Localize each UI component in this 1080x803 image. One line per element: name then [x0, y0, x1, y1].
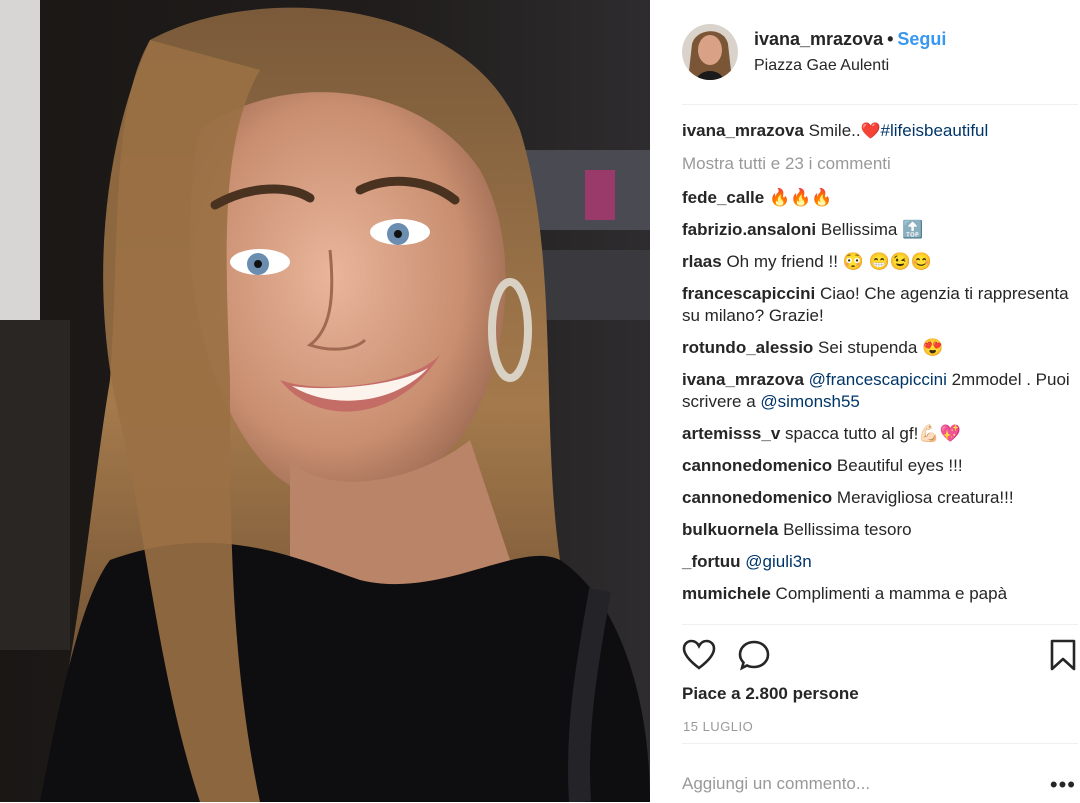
comment-text: Beautiful eyes !!! — [836, 456, 963, 475]
comment-text: Oh my friend !! 😳 😁😉😊 — [726, 252, 933, 271]
likes-count[interactable]: Piace a 2.800 persone — [682, 684, 859, 704]
comment: fede_calle 🔥🔥🔥 — [682, 187, 1076, 209]
comment-username[interactable]: francescapiccini — [682, 284, 815, 303]
comments-list: ivana_mrazova Smile..❤️#lifeisbeautiful … — [682, 120, 1076, 615]
comment-text: Bellissima 🔝 — [820, 220, 924, 239]
comment-username[interactable]: rotundo_alessio — [682, 338, 813, 357]
comment-username[interactable]: mumichele — [682, 584, 771, 603]
comment: rlaas Oh my friend !! 😳 😁😉😊 — [682, 251, 1076, 273]
comment-username[interactable]: _fortuu — [682, 552, 741, 571]
mention-link[interactable]: @simonsh55 — [760, 392, 859, 411]
post-header: ivana_mrazova • Segui Piazza Gae Aulenti — [682, 24, 1078, 105]
comment: artemisss_v spacca tutto al gf!💪🏻💖 — [682, 423, 1076, 445]
heart-icon[interactable] — [682, 639, 718, 671]
add-comment-bar: Aggiungi un commento... ••• — [682, 743, 1078, 803]
comment-username[interactable]: ivana_mrazova — [682, 370, 804, 389]
comment: ivana_mrazova @francescapiccini 2mmodel … — [682, 369, 1076, 413]
comment: _fortuu @giuli3n — [682, 551, 1076, 573]
author-username[interactable]: ivana_mrazova — [754, 29, 883, 49]
comment: mumichele Complimenti a mamma e papà — [682, 583, 1076, 605]
comment-text: Meravigliosa creatura!!! — [836, 488, 1014, 507]
comment-username[interactable]: cannonedomenico — [682, 488, 832, 507]
caption: ivana_mrazova Smile..❤️#lifeisbeautiful — [682, 120, 1076, 143]
comment-username[interactable]: fabrizio.ansaloni — [682, 220, 816, 239]
comment: cannonedomenico Beautiful eyes !!! — [682, 455, 1076, 477]
comment: bulkuornela Bellissima tesoro — [682, 519, 1076, 541]
hashtag-link[interactable]: #lifeisbeautiful — [881, 121, 989, 140]
caption-username[interactable]: ivana_mrazova — [682, 121, 804, 140]
comment: francescapiccini Ciao! Che agenzia ti ra… — [682, 283, 1076, 327]
heart-emoji: ❤️ — [860, 123, 881, 140]
comment-username[interactable]: bulkuornela — [682, 520, 778, 539]
post-author: ivana_mrazova • Segui — [754, 29, 946, 50]
post-photo[interactable] — [0, 0, 650, 802]
mention-link[interactable]: @giuli3n — [745, 552, 811, 571]
caption-text: Smile.. — [808, 121, 861, 140]
follow-button[interactable]: Segui — [897, 29, 946, 49]
comment-text: spacca tutto al gf!💪🏻💖 — [785, 424, 961, 443]
comment-username[interactable]: fede_calle — [682, 188, 764, 207]
comment: rotundo_alessio Sei stupenda 😍 — [682, 337, 1076, 359]
post-date: 15 LUGLIO — [683, 719, 754, 734]
comment-text: Bellissima tesoro — [783, 520, 912, 539]
comment-username[interactable]: artemisss_v — [682, 424, 780, 443]
comment-username[interactable]: rlaas — [682, 252, 722, 271]
more-options-icon[interactable]: ••• — [1050, 772, 1076, 798]
show-all-comments[interactable]: Mostra tutti e 23 i commenti — [682, 153, 1076, 175]
location-link[interactable]: Piazza Gae Aulenti — [754, 57, 889, 75]
comment-username[interactable]: cannonedomenico — [682, 456, 832, 475]
post-sidebar: ivana_mrazova • Segui Piazza Gae Aulenti i… — [650, 0, 1080, 802]
comment: cannonedomenico Meravigliosa creatura!!! — [682, 487, 1076, 509]
action-bar — [682, 624, 1078, 685]
comment-text: Sei stupenda 😍 — [818, 338, 944, 357]
comment-text: Complimenti a mamma e papà — [775, 584, 1008, 603]
bookmark-icon[interactable] — [1048, 639, 1080, 671]
comment: fabrizio.ansaloni Bellissima 🔝 — [682, 219, 1076, 241]
separator-dot: • — [887, 29, 894, 49]
comment-icon[interactable] — [738, 639, 774, 671]
comment-text: 🔥🔥🔥 — [768, 188, 833, 207]
mention-link[interactable]: @francescapiccini — [809, 370, 947, 389]
add-comment-input[interactable]: Aggiungi un commento... — [682, 774, 870, 794]
portrait-image — [0, 0, 650, 802]
avatar[interactable] — [682, 24, 738, 80]
